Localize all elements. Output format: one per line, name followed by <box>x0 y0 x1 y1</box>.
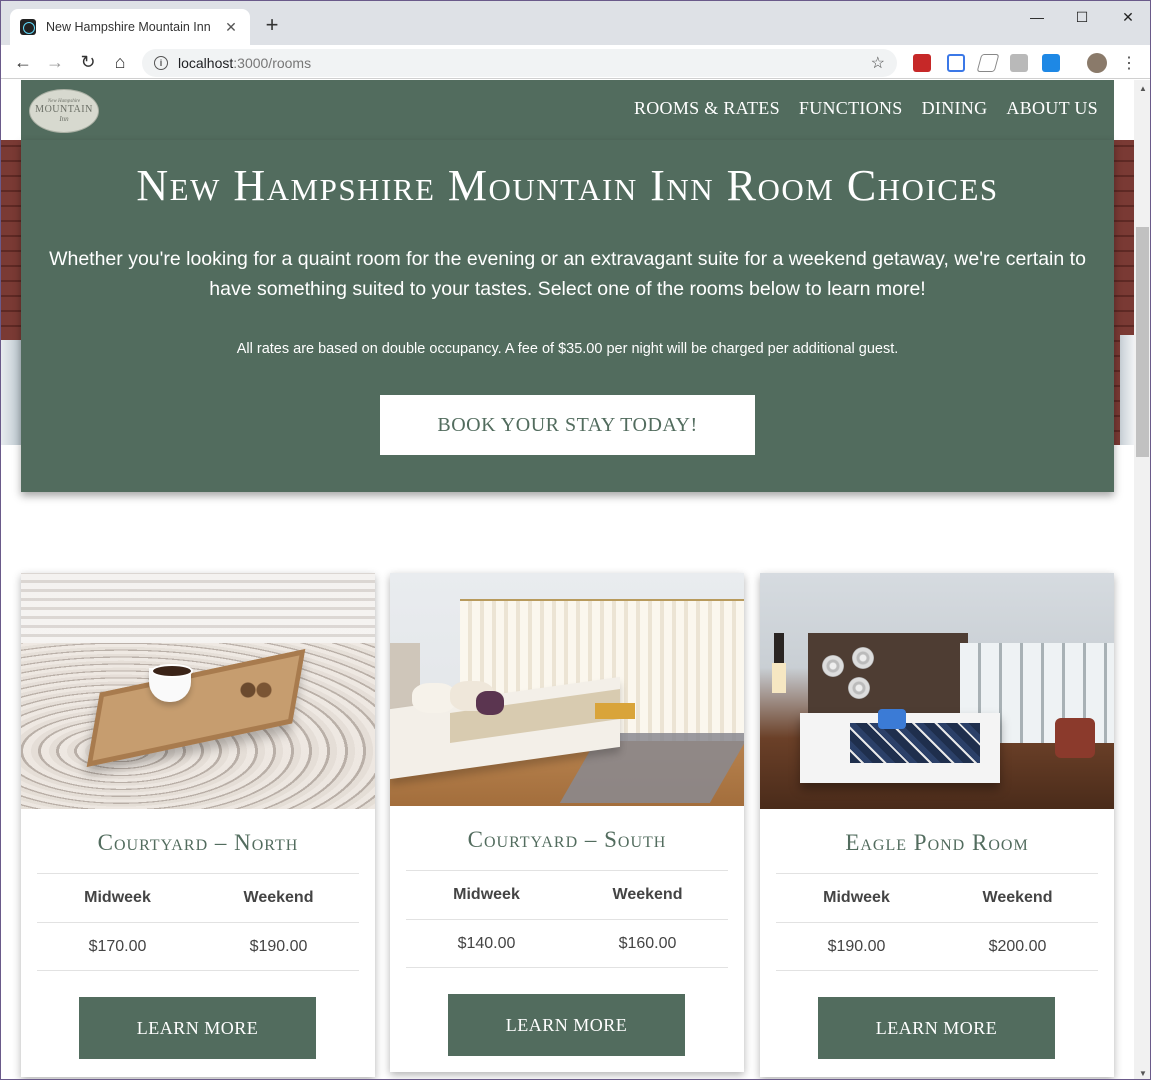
room-name: Courtyard – North <box>97 830 299 855</box>
weekend-header: Weekend <box>243 889 314 906</box>
room-photo-boutique-bedroom[interactable] <box>760 573 1114 809</box>
hero-bg-window-left <box>1 340 23 445</box>
nav-rooms-rates[interactable]: ROOMS & RATES <box>634 98 780 119</box>
page-viewport: New Hampshire MOUNTAIN Inn ROOMS & RATES… <box>1 80 1134 1079</box>
tab-strip: New Hampshire Mountain Inn ✕ + — ☐ ✕ <box>1 1 1150 45</box>
rates-value-row: $170.00 $190.00 <box>37 922 359 971</box>
forward-arrow-icon[interactable]: → <box>43 50 67 74</box>
bookmark-star-icon[interactable]: ☆ <box>871 53 885 73</box>
react-favicon-icon <box>20 19 36 35</box>
rates-header-row: Midweek Weekend <box>406 870 728 919</box>
room-card-eagle-pond: Eagle Pond Room Midweek Weekend $190.00 … <box>760 573 1114 1077</box>
maximize-icon[interactable]: ☐ <box>1059 1 1105 33</box>
rates-table: Midweek Weekend $170.00 $190.00 <box>37 873 359 971</box>
rates-header-row: Midweek Weekend <box>776 873 1098 922</box>
scrollbar-thumb[interactable] <box>1136 227 1149 457</box>
room-photo-bright-bedroom[interactable] <box>390 573 744 806</box>
hero-card: New Hampshire Mountain Inn Room Choices … <box>21 140 1114 492</box>
page-scrollbar[interactable]: ▲ ▼ <box>1134 80 1150 1079</box>
rates-table: Midweek Weekend $140.00 $160.00 <box>406 870 728 968</box>
rates-note: All rates are based on double occupancy.… <box>236 341 899 357</box>
midweek-rate: $190.00 <box>827 937 886 955</box>
scroll-down-arrow-icon[interactable]: ▼ <box>1134 1065 1150 1079</box>
room-name: Courtyard – South <box>467 827 667 852</box>
inn-logo[interactable]: New Hampshire MOUNTAIN Inn <box>29 89 99 133</box>
logo-line-2: MOUNTAIN <box>35 104 93 115</box>
rates-value-row: $190.00 $200.00 <box>776 922 1098 971</box>
url-text[interactable]: localhost:3000/rooms <box>178 55 871 71</box>
profile-avatar[interactable] <box>1087 53 1107 73</box>
room-name: Eagle Pond Room <box>845 830 1029 855</box>
learn-more-button[interactable]: LEARN MORE <box>818 997 1055 1059</box>
rates-table: Midweek Weekend $190.00 $200.00 <box>776 873 1098 971</box>
nav-dining[interactable]: DINING <box>922 98 988 119</box>
reload-icon[interactable]: ↻ <box>76 50 100 74</box>
learn-more-button[interactable]: LEARN MORE <box>448 994 685 1056</box>
hero-bg-window-right <box>1120 335 1134 445</box>
address-bar[interactable]: i localhost:3000/rooms ☆ <box>142 49 897 77</box>
rates-value-row: $140.00 $160.00 <box>406 919 728 968</box>
hero-description: Whether you're looking for a quaint room… <box>49 248 1086 300</box>
scroll-up-arrow-icon[interactable]: ▲ <box>1134 80 1150 96</box>
extension-red-icon[interactable] <box>913 54 931 72</box>
book-stay-button[interactable]: BOOK YOUR STAY TODAY! <box>380 395 755 455</box>
back-arrow-icon[interactable]: ← <box>11 50 35 74</box>
browser-menu-icon[interactable]: ⋮ <box>1121 53 1137 73</box>
main-nav: ROOMS & RATES FUNCTIONS DINING ABOUT US <box>634 98 1098 119</box>
room-card-courtyard-north: Courtyard – North Midweek Weekend $170.0… <box>21 573 375 1077</box>
close-tab-icon[interactable]: ✕ <box>222 19 240 36</box>
tab-title: New Hampshire Mountain Inn <box>46 20 211 34</box>
extension-blue-icon[interactable] <box>1042 54 1060 72</box>
weekend-header: Weekend <box>612 886 683 903</box>
weekend-rate: $160.00 <box>618 934 677 952</box>
url-path: :3000/rooms <box>233 55 312 71</box>
site-info-icon[interactable]: i <box>154 56 168 70</box>
midweek-header: Midweek <box>453 886 520 903</box>
room-card-courtyard-south: Courtyard – South Midweek Weekend $140.0… <box>390 573 744 1072</box>
midweek-rate: $170.00 <box>88 937 147 955</box>
weekend-rate: $200.00 <box>988 937 1047 955</box>
extension-pencil-icon[interactable] <box>976 54 1000 72</box>
midweek-header: Midweek <box>823 889 890 906</box>
nav-about-us[interactable]: ABOUT US <box>1006 98 1098 119</box>
weekend-header: Weekend <box>982 889 1053 906</box>
extension-gray-icon[interactable] <box>1010 54 1028 72</box>
new-tab-icon[interactable]: + <box>261 13 283 37</box>
site-navbar: New Hampshire MOUNTAIN Inn ROOMS & RATES… <box>21 80 1114 140</box>
extension-blue-box-icon[interactable] <box>947 54 965 72</box>
midweek-header: Midweek <box>84 889 151 906</box>
midweek-rate: $140.00 <box>457 934 516 952</box>
home-icon[interactable]: ⌂ <box>108 50 132 74</box>
page-title: New Hampshire Mountain Inn Room Choices <box>136 161 999 210</box>
browser-toolbar: ← → ↻ ⌂ i localhost:3000/rooms ☆ ⋮ <box>1 45 1150 79</box>
window-close-icon[interactable]: ✕ <box>1105 1 1150 33</box>
rates-header-row: Midweek Weekend <box>37 873 359 922</box>
browser-window: New Hampshire Mountain Inn ✕ + — ☐ ✕ ← →… <box>0 0 1151 1080</box>
minimize-icon[interactable]: — <box>1014 1 1060 33</box>
room-photo-breakfast-tray[interactable] <box>21 573 375 809</box>
url-host: localhost <box>178 55 234 71</box>
logo-line-3: Inn <box>59 115 69 123</box>
weekend-rate: $190.00 <box>249 937 308 955</box>
browser-tab[interactable]: New Hampshire Mountain Inn ✕ <box>10 9 250 45</box>
nav-functions[interactable]: FUNCTIONS <box>799 98 903 119</box>
learn-more-button[interactable]: LEARN MORE <box>79 997 316 1059</box>
